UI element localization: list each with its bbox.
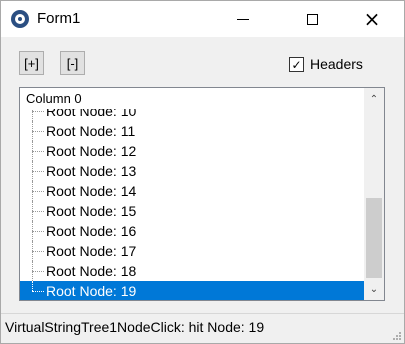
column-header-0[interactable]: Column 0 xyxy=(26,91,82,106)
chevron-down-icon: ⌄ xyxy=(369,283,379,295)
maximize-button[interactable] xyxy=(289,1,335,37)
tree-node-label: Root Node: 15 xyxy=(46,203,137,219)
form-window: Form1 × [+] [-] ✓ Headers Column 0 Root … xyxy=(0,0,405,344)
close-button[interactable]: × xyxy=(349,1,395,37)
tree-node-row[interactable]: Root Node: 10 xyxy=(20,109,364,121)
tree-node-label: Root Node: 17 xyxy=(46,243,137,259)
tree-line-horizontal xyxy=(32,171,44,172)
headers-checkbox[interactable]: ✓ xyxy=(289,57,304,72)
tree-node-row[interactable]: Root Node: 11 xyxy=(20,121,364,141)
tree-line-horizontal xyxy=(32,151,44,152)
tree-node-row[interactable]: Root Node: 14 xyxy=(20,181,364,201)
tree-rows: Root Node: 10 Root Node: 11 Root Node: 12 R… xyxy=(20,109,364,300)
tree-node-row[interactable]: Root Node: 19 xyxy=(20,281,364,300)
tree-node-label: Root Node: 18 xyxy=(46,263,137,279)
tree-node-label: Root Node: 19 xyxy=(46,283,137,299)
tree-line-horizontal xyxy=(32,271,44,272)
maximize-icon xyxy=(306,13,318,25)
minimize-icon xyxy=(237,18,249,20)
title-bar[interactable]: Form1 × xyxy=(1,1,404,37)
tree-line-horizontal xyxy=(32,251,44,252)
size-grip-icon[interactable] xyxy=(392,331,402,341)
tree-node-row[interactable]: Root Node: 12 xyxy=(20,141,364,161)
scroll-down-button[interactable]: ⌄ xyxy=(364,280,384,298)
vertical-scrollbar[interactable]: ⌃ ⌄ xyxy=(364,88,384,300)
tree-header[interactable]: Column 0 xyxy=(20,88,364,109)
collapse-all-button[interactable]: [-] xyxy=(60,51,85,75)
tree-node-row[interactable]: Root Node: 15 xyxy=(20,201,364,221)
tree-line-horizontal xyxy=(32,231,44,232)
tree-node-label: Root Node: 10 xyxy=(46,109,137,119)
tree-node-label: Root Node: 12 xyxy=(46,143,137,159)
app-icon xyxy=(11,10,29,28)
headers-checkbox-label[interactable]: Headers xyxy=(310,56,363,72)
tree-node-label: Root Node: 14 xyxy=(46,183,137,199)
tree-node-row[interactable]: Root Node: 18 xyxy=(20,261,364,281)
tree-line-horizontal xyxy=(32,211,44,212)
chevron-up-icon: ⌃ xyxy=(369,93,379,105)
tree-node-label: Root Node: 11 xyxy=(46,123,136,139)
tree-node-label: Root Node: 16 xyxy=(46,223,137,239)
tree-node-row[interactable]: Root Node: 13 xyxy=(20,161,364,181)
scroll-up-button[interactable]: ⌃ xyxy=(364,90,384,108)
virtual-string-tree[interactable]: Column 0 Root Node: 10 Root Node: 11 Root … xyxy=(19,87,385,301)
minimize-button[interactable] xyxy=(220,1,266,37)
tree-node-row[interactable]: Root Node: 16 xyxy=(20,221,364,241)
tree-line-horizontal xyxy=(32,191,44,192)
tree-line-horizontal xyxy=(32,111,44,112)
tree-line-vertical xyxy=(32,281,33,291)
window-title: Form1 xyxy=(37,10,81,27)
tree-node-row[interactable]: Root Node: 17 xyxy=(20,241,364,261)
scrollbar-thumb[interactable] xyxy=(366,198,382,278)
status-bar: VirtualStringTree1NodeClick: hit Node: 1… xyxy=(1,313,404,343)
tree-line-horizontal xyxy=(32,291,44,292)
expand-all-button[interactable]: [+] xyxy=(19,51,44,75)
tree-node-label: Root Node: 13 xyxy=(46,163,137,179)
status-text: VirtualStringTree1NodeClick: hit Node: 1… xyxy=(5,319,265,335)
check-mark-icon: ✓ xyxy=(291,57,302,72)
tree-line-horizontal xyxy=(32,131,44,132)
close-icon: × xyxy=(363,7,381,31)
